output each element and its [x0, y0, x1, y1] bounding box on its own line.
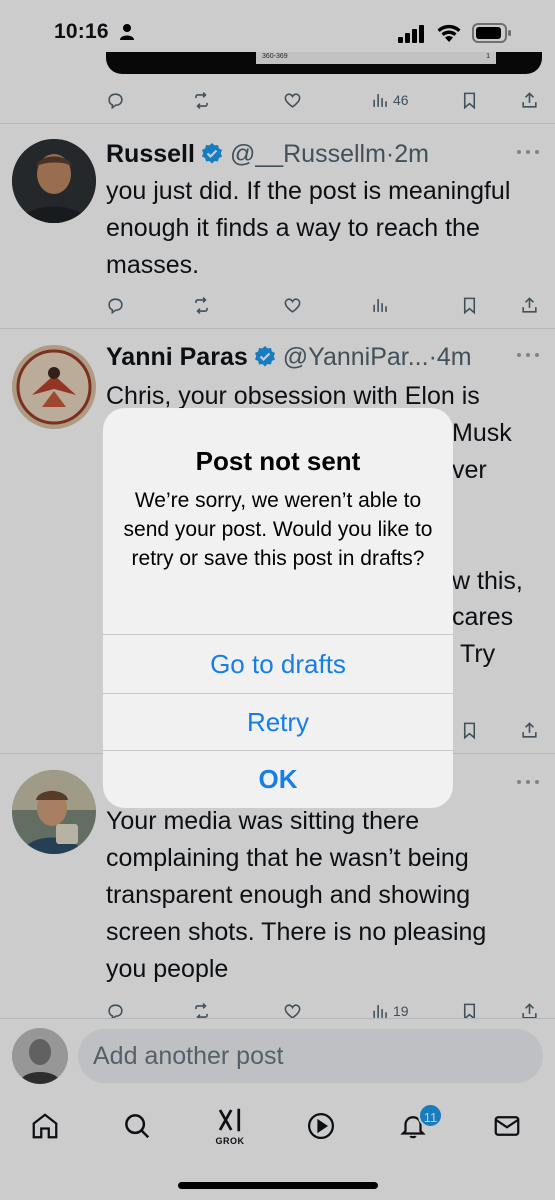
divider: [103, 634, 453, 635]
go-to-drafts-button[interactable]: Go to drafts: [103, 636, 453, 693]
retry-button[interactable]: Retry: [103, 694, 453, 751]
alert-message: We’re sorry, we weren’t able to send you…: [123, 489, 433, 570]
alert-title: Post not sent: [195, 446, 361, 476]
post-not-sent-alert: Post not sent We’re sorry, we weren’t ab…: [103, 408, 453, 808]
ok-button[interactable]: OK: [103, 751, 453, 808]
